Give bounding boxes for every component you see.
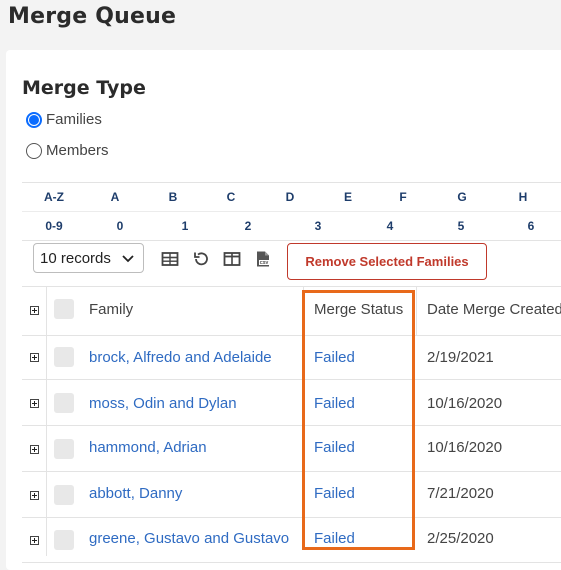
csv-export-icon[interactable]: CSV	[254, 250, 272, 268]
alpha-link-2[interactable]: 2	[245, 219, 252, 233]
alpha-row-letters: A-Z A B C D E F G H	[22, 183, 561, 212]
row-checkbox[interactable]	[54, 530, 74, 550]
alpha-link-d[interactable]: D	[286, 190, 295, 204]
column-header-date-merge-created[interactable]: Date Merge Created	[427, 301, 561, 318]
expand-row-icon[interactable]	[30, 399, 39, 408]
columns-icon[interactable]	[223, 250, 241, 268]
date-cell: 10/16/2020	[427, 395, 503, 412]
alpha-link-0[interactable]: 0	[117, 219, 124, 233]
family-link[interactable]: greene, Gustavo and Gustavo	[89, 530, 289, 547]
svg-text:CSV: CSV	[260, 260, 269, 265]
date-cell: 2/19/2021	[427, 349, 494, 366]
page-title: Merge Queue	[8, 4, 177, 29]
grid-header: Family Merge Status Date Merge Created	[22, 286, 561, 336]
row-checkbox[interactable]	[54, 347, 74, 367]
table-row[interactable]: hammond, Adrian Failed 10/16/2020	[22, 426, 561, 472]
family-link[interactable]: hammond, Adrian	[89, 439, 207, 456]
date-cell: 7/21/2020	[427, 485, 494, 502]
row-checkbox[interactable]	[54, 485, 74, 505]
alpha-link-b[interactable]: B	[169, 190, 178, 204]
radio-members[interactable]: Members	[26, 142, 109, 159]
row-checkbox[interactable]	[54, 393, 74, 413]
radio-members-circle[interactable]	[26, 142, 42, 159]
alpha-row-numbers: 0-9 0 1 2 3 4 5 6	[22, 212, 561, 241]
expand-all-icon[interactable]	[30, 306, 39, 315]
radio-families-label: Families	[46, 111, 102, 128]
radio-members-label: Members	[46, 142, 109, 159]
alpha-link-g[interactable]: G	[457, 190, 466, 204]
records-per-page-select[interactable]: 10 records	[33, 243, 144, 273]
family-link[interactable]: brock, Alfredo and Adelaide	[89, 349, 272, 366]
alpha-link-h[interactable]: H	[519, 190, 528, 204]
table-row[interactable]: abbott, Danny Failed 7/21/2020	[22, 472, 561, 518]
table-row[interactable]: moss, Odin and Dylan Failed 10/16/2020	[22, 380, 561, 426]
alpha-link-3[interactable]: 3	[315, 219, 322, 233]
column-header-family[interactable]: Family	[89, 301, 133, 318]
alpha-link-a-z[interactable]: A-Z	[44, 190, 64, 204]
select-all-checkbox[interactable]	[54, 299, 74, 319]
alpha-link-a[interactable]: A	[111, 190, 120, 204]
expand-row-icon[interactable]	[30, 445, 39, 454]
alpha-link-0-9[interactable]: 0-9	[45, 219, 62, 233]
merge-type-title: Merge Type	[22, 77, 146, 99]
radio-families[interactable]: Families	[26, 111, 102, 128]
refresh-icon[interactable]	[192, 250, 210, 268]
alpha-link-e[interactable]: E	[344, 190, 352, 204]
alpha-link-c[interactable]: C	[227, 190, 236, 204]
expand-row-icon[interactable]	[30, 536, 39, 545]
alpha-link-f[interactable]: F	[399, 190, 406, 204]
table-row[interactable]: brock, Alfredo and Adelaide Failed 2/19/…	[22, 334, 561, 380]
radio-families-circle[interactable]	[26, 111, 42, 128]
row-checkbox[interactable]	[54, 439, 74, 459]
chevron-down-icon	[122, 255, 134, 263]
alpha-link-1[interactable]: 1	[182, 219, 189, 233]
alpha-filter: A-Z A B C D E F G H 0-9 0 1 2 3 4 5 6	[22, 182, 561, 241]
expand-row-icon[interactable]	[30, 491, 39, 500]
date-cell: 10/16/2020	[427, 439, 503, 456]
table-icon[interactable]	[161, 250, 179, 268]
family-link[interactable]: moss, Odin and Dylan	[89, 395, 237, 412]
date-cell: 2/25/2020	[427, 530, 494, 547]
expand-row-icon[interactable]	[30, 353, 39, 362]
column-divider	[416, 287, 417, 335]
table-row[interactable]: greene, Gustavo and Gustavo Failed 2/25/…	[22, 517, 561, 563]
alpha-link-5[interactable]: 5	[458, 219, 465, 233]
alpha-link-4[interactable]: 4	[387, 219, 394, 233]
remove-selected-families-button[interactable]: Remove Selected Families	[287, 243, 487, 280]
alpha-link-6[interactable]: 6	[528, 219, 535, 233]
family-link[interactable]: abbott, Danny	[89, 485, 182, 502]
records-select-value: 10 records	[40, 249, 111, 267]
merge-status-highlight	[302, 290, 415, 550]
grid-toolbar: 10 records CSV Remove Selected Families	[33, 243, 561, 280]
